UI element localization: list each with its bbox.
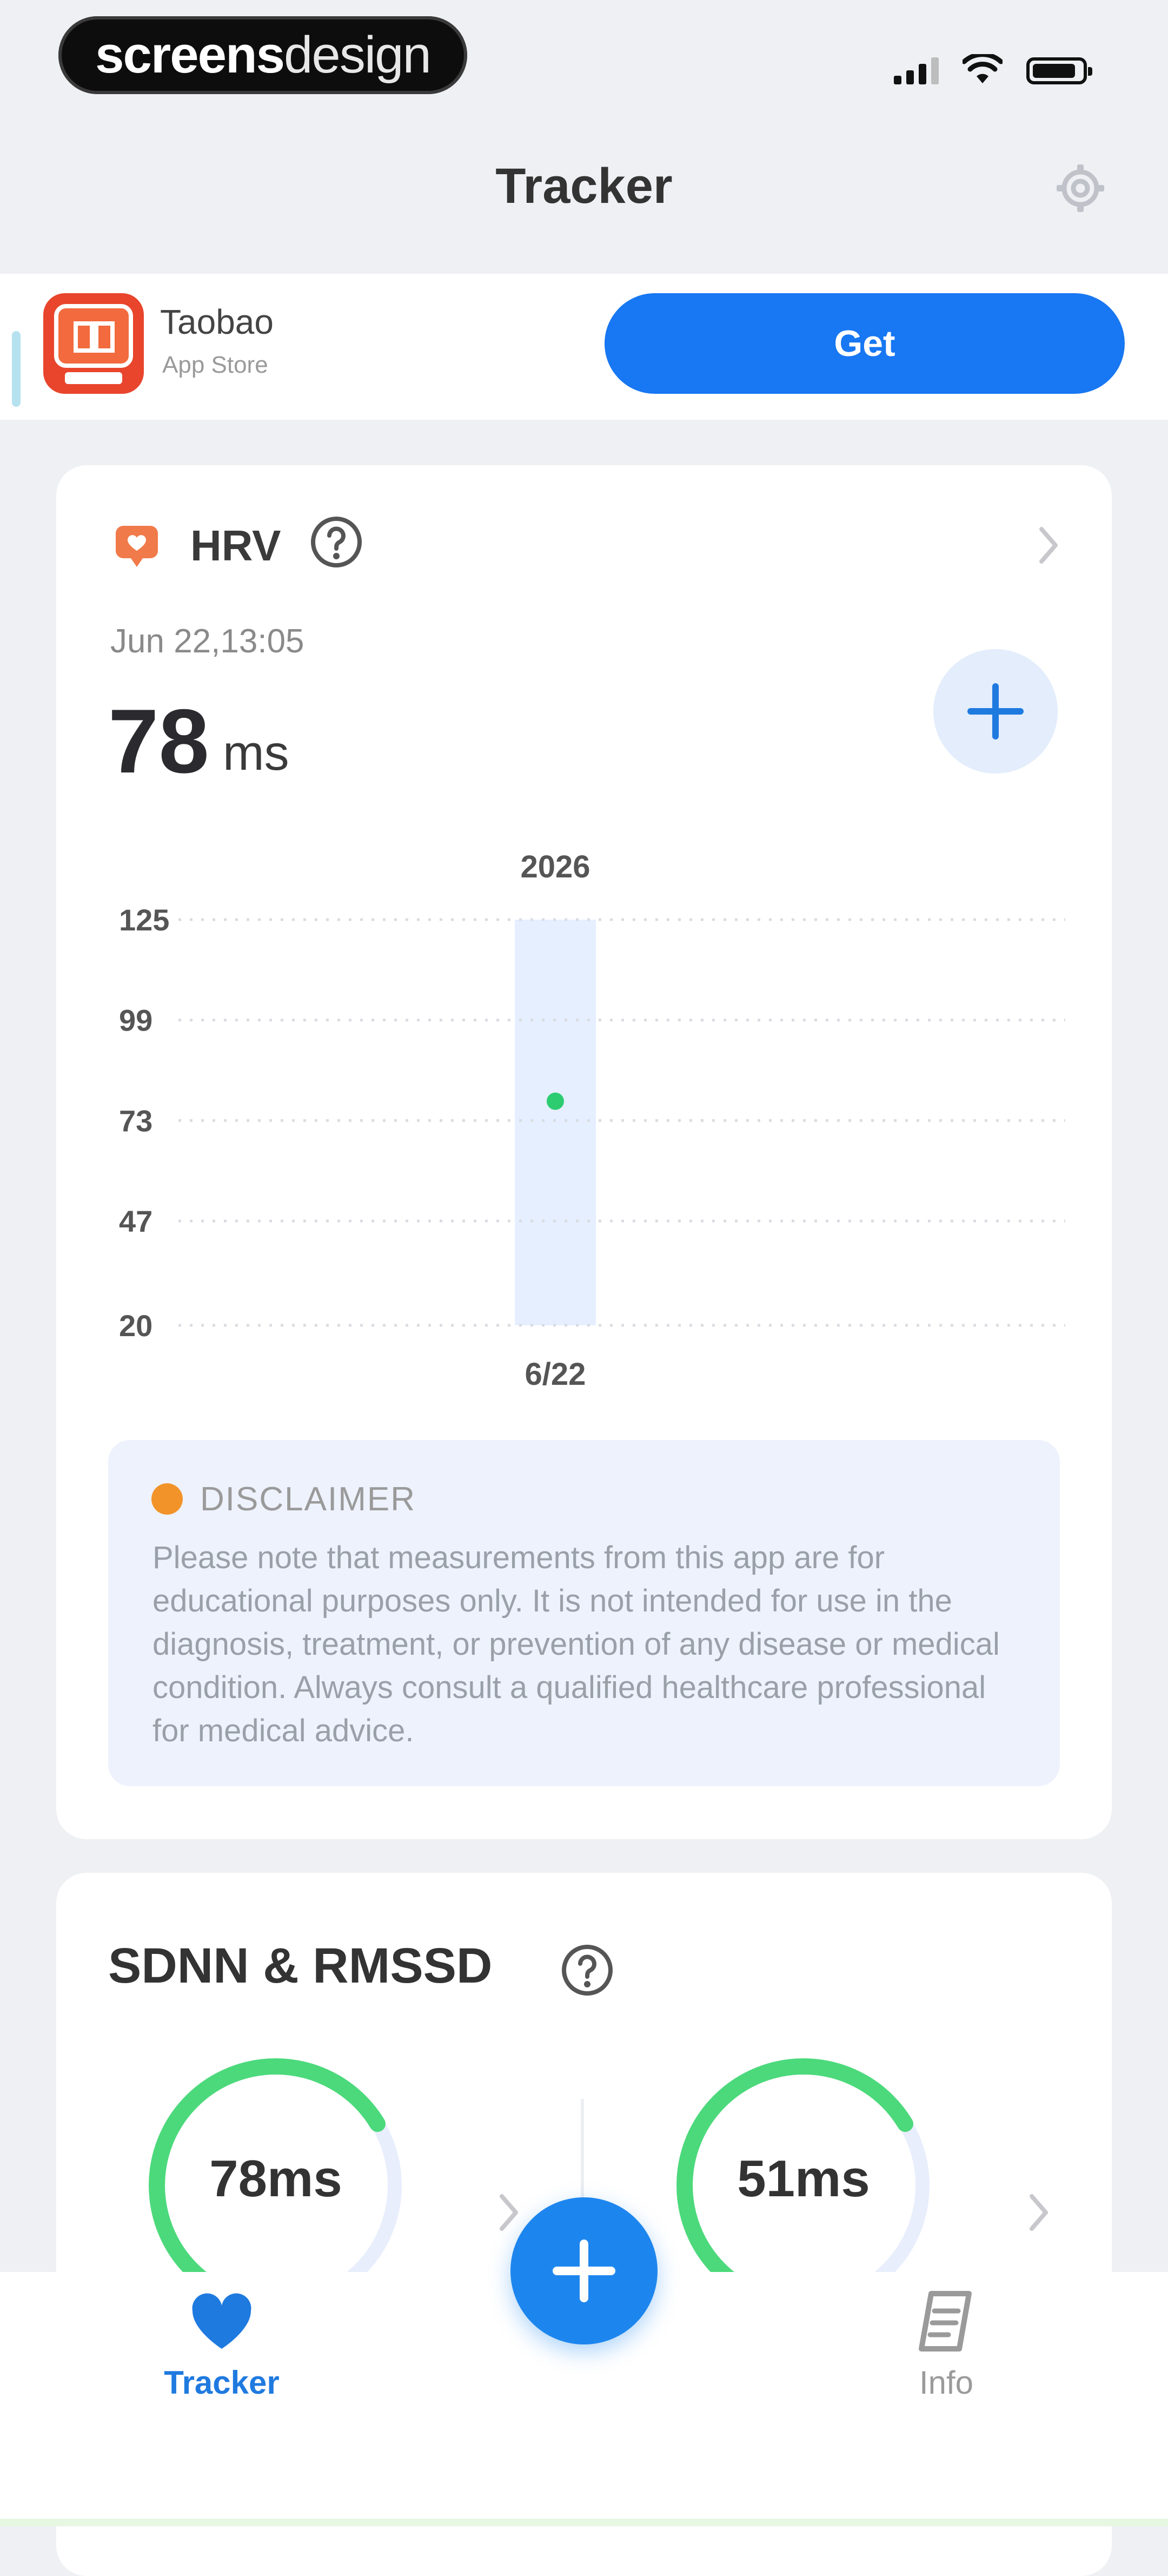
status-icons	[894, 47, 1092, 84]
tab-tracker[interactable]: Tracker	[135, 2364, 308, 2401]
ad-badge-strip	[12, 331, 21, 407]
y-tick-label: 99	[119, 1003, 152, 1038]
ad-store-label: App Store	[162, 352, 268, 378]
x-tick-label: 6/22	[525, 1357, 586, 1392]
heart-monitor-icon	[116, 526, 158, 567]
help-icon[interactable]	[309, 515, 363, 569]
chart-title: 2026	[520, 849, 590, 884]
home-indicator-strip	[0, 2519, 1168, 2526]
chevron-right-icon[interactable]	[1022, 2191, 1054, 2234]
page-title: Tracker	[495, 158, 673, 214]
brand-text-bold: screens	[95, 26, 285, 84]
taobao-logo-icon	[54, 304, 133, 384]
y-tick-label: 73	[119, 1104, 152, 1138]
tab-info[interactable]: Info	[860, 2364, 1033, 2401]
y-tick-label: 20	[119, 1309, 152, 1343]
disclaimer-dot-icon	[151, 1483, 183, 1515]
y-tick-label: 125	[119, 903, 169, 937]
hrv-chart: 125 99 73 47 20 2026 6/22	[119, 849, 1065, 1392]
chevron-right-icon[interactable]	[492, 2191, 525, 2234]
highlight-column	[515, 920, 596, 1325]
cellular-signal-icon	[894, 57, 939, 84]
sdnn-rmssd-title: SDNN & RMSSD	[108, 1938, 493, 1993]
help-icon[interactable]	[560, 1943, 614, 1997]
hrv-value: 78	[108, 690, 209, 792]
plus-icon	[553, 2240, 615, 2302]
battery-icon	[1026, 57, 1092, 84]
y-tick-label: 47	[119, 1204, 152, 1238]
taobao-app-icon[interactable]	[43, 293, 144, 394]
add-measurement-button[interactable]	[933, 649, 1058, 774]
gear-icon[interactable]	[1053, 161, 1107, 215]
hrv-unit: ms	[223, 725, 289, 781]
chevron-right-icon[interactable]	[1032, 524, 1064, 567]
plus-icon	[967, 683, 1024, 739]
disclaimer-title: DISCLAIMER	[200, 1481, 416, 1518]
brand-text-light: design	[284, 26, 432, 84]
heart-icon[interactable]	[189, 2293, 254, 2352]
ad-app-name: Taobao	[160, 302, 274, 341]
add-button[interactable]	[510, 2197, 658, 2344]
hrv-title: HRV	[190, 521, 281, 570]
wifi-icon	[963, 54, 1003, 83]
measurement-date: Jun 22,13:05	[110, 623, 304, 660]
document-icon[interactable]	[915, 2289, 974, 2354]
get-button[interactable]: Get	[605, 293, 1125, 394]
disclaimer-text: Please note that measurements from this …	[152, 1540, 1000, 1748]
rmssd-value: 51ms	[737, 2150, 870, 2208]
brand-watermark: screens design	[58, 16, 467, 94]
sdnn-value: 78ms	[209, 2150, 342, 2208]
data-point[interactable]	[547, 1092, 564, 1110]
